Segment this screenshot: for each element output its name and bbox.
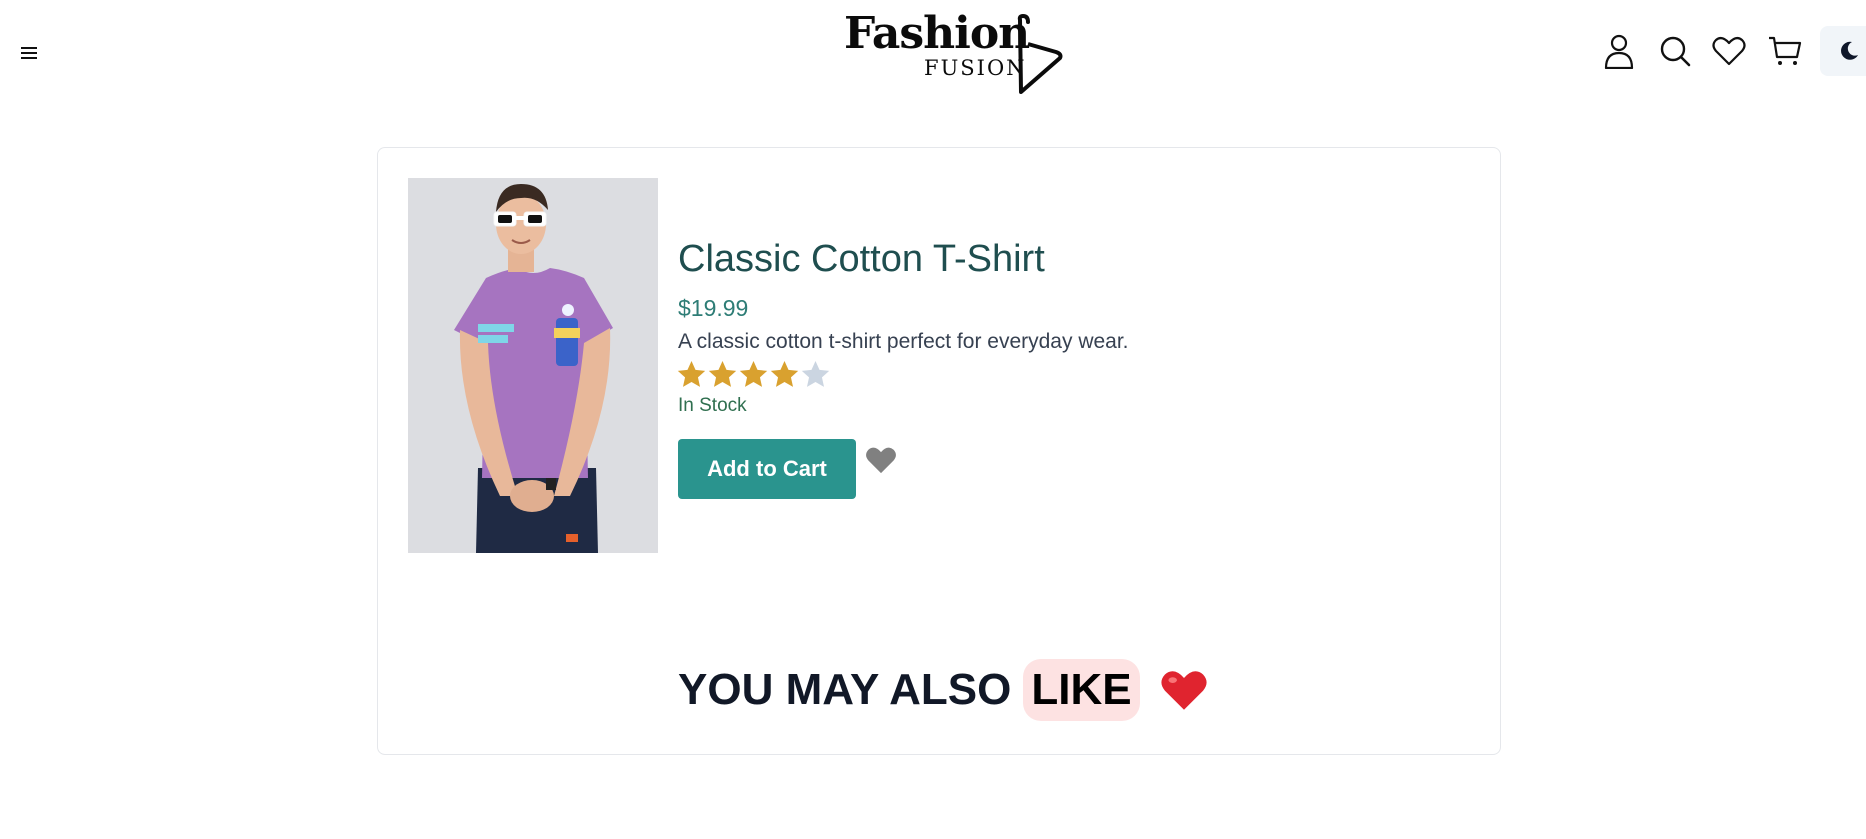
cart-icon[interactable] bbox=[1766, 32, 1804, 70]
star-icon bbox=[708, 360, 737, 387]
hamburger-icon[interactable] bbox=[16, 40, 42, 66]
recommendations-heading-text: YOU MAY ALSO bbox=[678, 665, 1012, 714]
stock-status: In Stock bbox=[678, 395, 747, 416]
moon-icon bbox=[1841, 41, 1858, 60]
heart-emoji-icon bbox=[1160, 668, 1208, 712]
star-icon bbox=[677, 360, 706, 387]
hanger-icon bbox=[1017, 14, 1063, 94]
logo-word-fashion: Fashion bbox=[844, 8, 1030, 59]
site-logo[interactable]: Fashion FUSION bbox=[838, 8, 1070, 98]
product-price: $19.99 bbox=[678, 295, 749, 321]
star-icon bbox=[739, 360, 768, 387]
user-icon[interactable] bbox=[1600, 32, 1638, 70]
product-description: A classic cotton t-shirt perfect for eve… bbox=[678, 330, 1129, 353]
search-icon[interactable] bbox=[1656, 32, 1694, 70]
star-rating bbox=[676, 359, 831, 390]
wishlist-heart-icon[interactable] bbox=[862, 443, 900, 477]
logo-word-fusion: FUSION bbox=[924, 56, 1027, 80]
star-icon bbox=[770, 360, 799, 387]
recommendations-heading: YOU MAY ALSO LIKE bbox=[678, 654, 1208, 726]
star-empty-icon bbox=[801, 360, 830, 387]
product-title: Classic Cotton T-Shirt bbox=[678, 238, 1045, 280]
theme-toggle[interactable] bbox=[1820, 26, 1866, 76]
heart-icon[interactable] bbox=[1710, 32, 1748, 70]
add-to-cart-button[interactable]: Add to Cart bbox=[678, 439, 856, 499]
site-header: Fashion FUSION bbox=[0, 0, 1866, 104]
recommendations-heading-highlight: LIKE bbox=[1023, 659, 1140, 721]
product-image bbox=[408, 178, 658, 553]
